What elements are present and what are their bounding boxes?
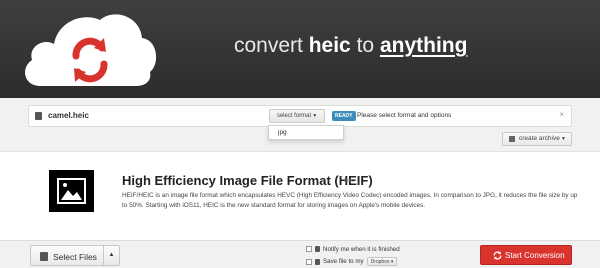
select-files-label: Select Files	[53, 252, 97, 262]
save-checkbox[interactable]	[306, 258, 312, 265]
bell-icon	[315, 246, 320, 253]
header: convert heic to anything	[0, 0, 600, 98]
cloud-target-button[interactable]: Dropbox ▾	[366, 257, 398, 266]
start-conversion-label: Start Conversion	[505, 251, 565, 260]
status-text: Please select format and options	[357, 112, 452, 119]
file-icon	[35, 112, 42, 120]
file-row: camel.heic select format▼ READY Please s…	[28, 105, 572, 127]
headline-prefix: convert	[234, 34, 303, 57]
format-extension: heic	[344, 178, 355, 184]
refresh-icon	[493, 251, 502, 260]
cloud-target-label: Dropbox	[370, 259, 390, 265]
start-conversion-button[interactable]: Start Conversion	[480, 245, 572, 265]
caret-down-icon: ▼	[312, 113, 318, 119]
notify-option: Notify me when it is finished	[306, 246, 400, 253]
notify-label: Notify me when it is finished	[323, 246, 400, 253]
close-icon[interactable]: ×	[559, 110, 564, 119]
status-badge: READY	[332, 111, 356, 121]
file-name: camel.heic	[48, 111, 89, 120]
save-option: Save file to my Dropbox ▾	[306, 257, 398, 266]
headline-source-format: heic	[308, 34, 351, 57]
caret-down-icon: ▼	[561, 136, 566, 142]
image-icon	[49, 170, 94, 212]
format-title: High Efficiency Image File Format (HEIF)	[122, 173, 373, 188]
select-format-label: select format	[276, 113, 312, 119]
headline-mid: to	[356, 34, 375, 57]
format-description: HEIF/HEIC is an image file format which …	[122, 192, 578, 209]
notify-checkbox[interactable]	[306, 246, 312, 253]
create-archive-button[interactable]: create archive ▼	[502, 132, 572, 146]
dropdown-option-jpg[interactable]: jpg	[278, 129, 287, 136]
save-label: Save file to my	[323, 258, 364, 266]
headline-target-format: anything	[379, 34, 468, 57]
cloud-sync-icon[interactable]	[18, 8, 160, 90]
create-archive-label: create archive	[519, 135, 560, 142]
file-add-icon	[40, 252, 48, 261]
save-icon	[315, 258, 320, 265]
format-dropdown: jpg	[268, 125, 344, 140]
archive-icon	[509, 136, 515, 142]
headline: convert heic to anything	[234, 34, 467, 58]
select-files-button[interactable]: Select Files	[30, 245, 104, 266]
select-format-button[interactable]: select format▼	[269, 109, 325, 123]
select-files-dropdown-button[interactable]: ▲	[104, 245, 120, 266]
